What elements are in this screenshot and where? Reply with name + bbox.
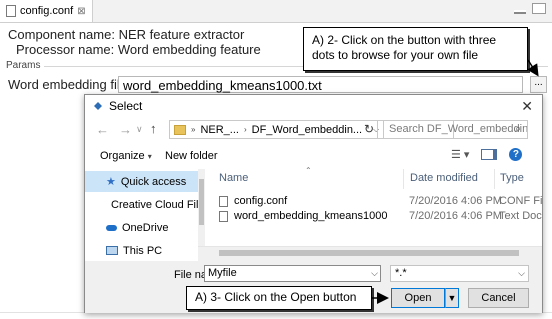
- star-icon: ★: [106, 176, 116, 188]
- callout-open-hint: A) 3- Click on the Open button: [186, 286, 372, 310]
- cancel-button[interactable]: Cancel: [468, 288, 529, 308]
- nav-item-onedrive[interactable]: OneDrive: [85, 217, 198, 238]
- processor-name-value: Word embedding feature: [117, 42, 261, 57]
- up-arrow-icon[interactable]: ↑: [150, 121, 157, 136]
- editor-tab-title: config.conf: [20, 5, 74, 17]
- recent-locations-icon[interactable]: ∨: [136, 124, 143, 135]
- arrow-to-browse-button: [527, 59, 539, 77]
- dialog-title: Select: [109, 99, 143, 113]
- column-header-type[interactable]: Type: [500, 172, 524, 184]
- editor-tab-bar: config.conf ⊠: [0, 0, 552, 23]
- view-controls: ☰ ▾ ?: [451, 148, 523, 161]
- nav-item-label: Creative Cloud File: [111, 198, 198, 211]
- refresh-icon[interactable]: ↻: [361, 120, 378, 139]
- file-icon: [6, 5, 16, 17]
- preview-pane-icon[interactable]: [481, 149, 498, 160]
- callout-browse-hint: A) 2- Click on the button with three dot…: [303, 27, 528, 71]
- sort-indicator-icon: ⌃: [305, 166, 312, 175]
- dialog-app-icon: [93, 100, 103, 110]
- file-type: CONF File: [499, 195, 542, 207]
- chevron-right-icon: ›: [243, 125, 247, 134]
- file-icon: [219, 196, 228, 207]
- view-options-icon[interactable]: ☰ ▾: [451, 148, 469, 161]
- processor-name-label: Processor name:: [16, 42, 115, 57]
- nav-item-label: OneDrive: [122, 221, 169, 234]
- processor-name-row: Processor name: Word embedding feature: [16, 42, 261, 57]
- open-button[interactable]: Open: [391, 288, 445, 308]
- breadcrumb-item[interactable]: DF_Word_embeddin...: [252, 124, 362, 136]
- component-name-label: Component name:: [8, 27, 115, 42]
- word-embedding-label: Word embedding file: [8, 77, 127, 92]
- nav-item-creative-cloud[interactable]: Creative Cloud File: [85, 194, 198, 215]
- breadcrumb-item[interactable]: NER_...: [200, 124, 239, 136]
- maximize-icon[interactable]: [532, 3, 546, 14]
- new-folder-button[interactable]: New folder: [165, 150, 218, 162]
- file-date: 7/20/2016 4:06 PM: [409, 210, 502, 222]
- file-name-input[interactable]: Myfile: [204, 265, 381, 282]
- nav-item-this-pc[interactable]: This PC: [85, 240, 198, 261]
- select-dialog: Select ✕ ← → ∨ ↑ » NER_... › DF_Word_emb…: [84, 94, 543, 313]
- window-controls: [514, 3, 546, 14]
- chevron-down-icon[interactable]: ⌵: [515, 265, 528, 282]
- column-divider[interactable]: [403, 169, 404, 189]
- navigation-pane: ★ Quick access Creative Cloud File OneDr…: [85, 169, 199, 261]
- file-name: word_embedding_kmeans1000: [234, 210, 388, 222]
- nav-item-label: Quick access: [120, 175, 187, 188]
- text-file-icon: [219, 211, 228, 222]
- chevron-right-icon: »: [191, 125, 196, 134]
- close-icon[interactable]: ⊠: [77, 6, 85, 17]
- folder-icon: [174, 124, 186, 135]
- computer-icon: [106, 246, 118, 255]
- file-list-scrollbar-thumb[interactable]: [219, 250, 519, 256]
- column-header-date-modified[interactable]: Date modified: [410, 172, 478, 184]
- nav-item-quick-access[interactable]: ★ Quick access: [85, 171, 198, 192]
- search-input[interactable]: Search DF_Word_embedding_...: [383, 120, 528, 139]
- word-embedding-input[interactable]: word_embedding_kmeans1000.txt: [118, 76, 523, 93]
- search-icon: ⌕: [515, 123, 522, 135]
- chevron-down-icon[interactable]: ⌵: [368, 265, 381, 282]
- help-icon[interactable]: ?: [509, 148, 523, 161]
- file-row[interactable]: word_embedding_kmeans1000 7/20/2016 4:06…: [219, 210, 542, 225]
- nav-pane-scrollbar-thumb[interactable]: [199, 179, 204, 225]
- forward-arrow-icon[interactable]: →: [119, 122, 132, 137]
- file-type: Text Document: [499, 210, 542, 222]
- column-divider[interactable]: [494, 169, 495, 189]
- close-icon[interactable]: ✕: [521, 98, 533, 115]
- minimize-icon[interactable]: [514, 10, 526, 14]
- open-options-dropdown[interactable]: ▼: [445, 288, 459, 308]
- component-name-row: Component name: NER feature extractor: [8, 27, 244, 42]
- nav-item-label: This PC: [123, 244, 163, 257]
- params-group-label: Params: [6, 60, 41, 71]
- chevron-down-icon: ▾: [147, 152, 152, 161]
- browse-button[interactable]: ...: [530, 76, 547, 93]
- file-date: 7/20/2016 4:06 PM: [409, 195, 502, 207]
- component-name-value: NER feature extractor: [118, 27, 245, 42]
- organize-label: Organize: [100, 150, 145, 162]
- back-arrow-icon[interactable]: ←: [96, 122, 109, 137]
- organize-menu[interactable]: Organize ▾: [100, 150, 152, 162]
- editor-tab-config[interactable]: config.conf ⊠: [0, 0, 93, 22]
- cloud-icon: [106, 224, 117, 231]
- file-row[interactable]: config.conf 7/20/2016 4:06 PM CONF File: [219, 195, 542, 210]
- file-type-select[interactable]: *.*: [390, 265, 529, 282]
- file-name: config.conf: [234, 195, 288, 207]
- column-header-name[interactable]: Name: [219, 172, 248, 184]
